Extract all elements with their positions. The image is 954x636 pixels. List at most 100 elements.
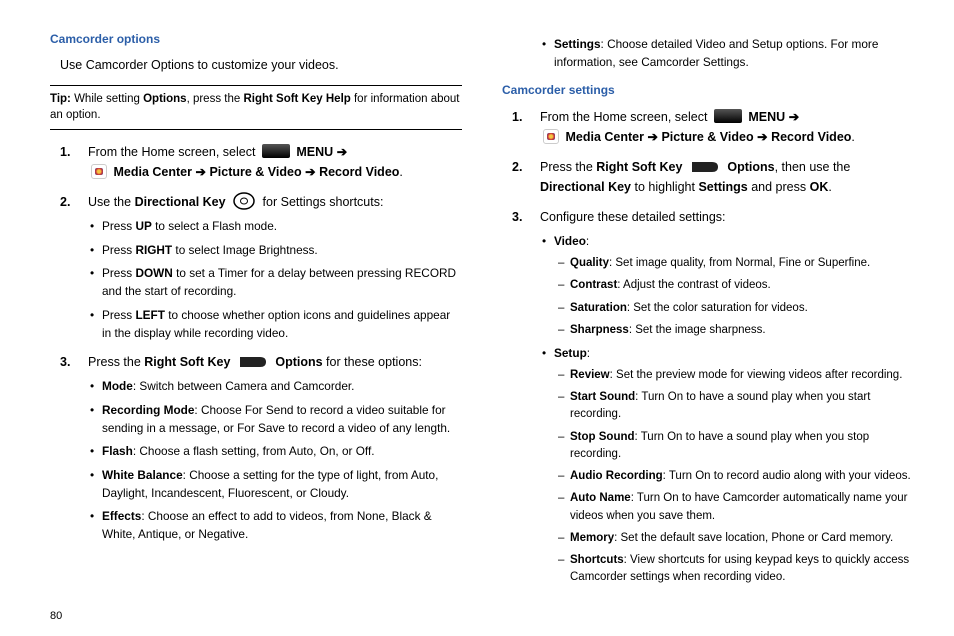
bullet-item: Press RIGHT to select Image Brightness. bbox=[88, 242, 462, 260]
b: Review bbox=[570, 369, 610, 381]
b: Directional Key bbox=[540, 180, 631, 194]
step-num: 1. bbox=[512, 107, 522, 127]
t: Press bbox=[102, 243, 135, 257]
b: Stop Sound bbox=[570, 431, 635, 443]
t: : Choose a flash setting, from Auto, On,… bbox=[133, 444, 375, 458]
t: : Set the image sharpness. bbox=[629, 324, 766, 336]
softkey-label: Right Soft Key bbox=[596, 160, 682, 174]
sub-item: Review: Set the preview mode for viewing… bbox=[558, 367, 914, 384]
softkey-icon bbox=[690, 160, 720, 174]
dot: . bbox=[399, 165, 402, 179]
media-label: Media Center bbox=[565, 130, 644, 144]
picvid-label: Picture & Video bbox=[661, 130, 753, 144]
t: : Switch between Camera and Camcorder. bbox=[133, 379, 355, 393]
arrow-icon: ➔ bbox=[195, 165, 205, 179]
step-num: 1. bbox=[60, 142, 70, 162]
video-subs: Quality: Set image quality, from Normal,… bbox=[558, 255, 914, 339]
b: Start Sound bbox=[570, 391, 635, 403]
picvid-label: Picture & Video bbox=[209, 165, 301, 179]
b: Audio Recording bbox=[570, 470, 663, 482]
dpad-icon bbox=[233, 192, 255, 210]
t: : Turn On to record audio along with you… bbox=[663, 470, 911, 482]
t: and press bbox=[748, 180, 810, 194]
sub-item: Start Sound: Turn On to have a sound pla… bbox=[558, 389, 914, 424]
group-setup: Setup: Review: Set the preview mode for … bbox=[540, 345, 914, 586]
b: Video bbox=[554, 234, 586, 248]
t: to select Image Brightness. bbox=[172, 243, 318, 257]
b: Contrast bbox=[570, 279, 617, 291]
tip-t2: , press the bbox=[187, 93, 244, 105]
t: : Choose an effect to add to videos, fro… bbox=[102, 509, 432, 541]
menu-label: MENU bbox=[748, 110, 785, 124]
sub-item: Contrast: Adjust the contrast of videos. bbox=[558, 277, 914, 294]
step-num: 3. bbox=[60, 352, 70, 372]
t: to highlight bbox=[631, 180, 698, 194]
left-step-3: 3. Press the Right Soft Key Options for … bbox=[60, 352, 462, 544]
t: : Set the preview mode for viewing video… bbox=[610, 369, 903, 381]
left-step-1: 1. From the Home screen, select MENU ➔ M… bbox=[60, 142, 462, 182]
tip-box: Tip: While setting Options, press the Ri… bbox=[50, 85, 462, 130]
tip-t1: While setting bbox=[71, 93, 143, 105]
right-steps: 1. From the Home screen, select MENU ➔ M… bbox=[512, 107, 914, 586]
softkey-label: Right Soft Key bbox=[144, 355, 230, 369]
t: Press the bbox=[540, 160, 596, 174]
recvid-label: Record Video bbox=[319, 165, 399, 179]
t: Press bbox=[102, 266, 135, 280]
left-column: Camcorder options Use Camcorder Options … bbox=[50, 30, 462, 616]
arrow-icon: ➔ bbox=[305, 165, 315, 179]
intro-text: Use Camcorder Options to customize your … bbox=[60, 56, 462, 75]
bullet-item: Settings: Choose detailed Video and Setu… bbox=[540, 36, 914, 71]
bullet-item: Recording Mode: Choose For Send to recor… bbox=[88, 402, 462, 437]
sub-item: Audio Recording: Turn On to record audio… bbox=[558, 468, 914, 485]
left-step-2: 2. Use the Directional Key for Settings … bbox=[60, 192, 462, 342]
b: RIGHT bbox=[135, 243, 172, 257]
left-steps: 1. From the Home screen, select MENU ➔ M… bbox=[60, 142, 462, 544]
b: Flash bbox=[102, 444, 133, 458]
t: Press bbox=[102, 219, 135, 233]
t: : Set the color saturation for videos. bbox=[627, 302, 808, 314]
t: : Set image quality, from Normal, Fine o… bbox=[609, 257, 870, 269]
media-center-icon bbox=[91, 164, 107, 179]
bullet-item: White Balance: Choose a setting for the … bbox=[88, 467, 462, 502]
b: Setup bbox=[554, 346, 587, 360]
b: Sharpness bbox=[570, 324, 629, 336]
sub-item: Sharpness: Set the image sharpness. bbox=[558, 322, 914, 339]
sub-item: Stop Sound: Turn On to have a sound play… bbox=[558, 429, 914, 464]
step-text: Configure these detailed settings: bbox=[540, 210, 726, 224]
b: Saturation bbox=[570, 302, 627, 314]
t: to select a Flash mode. bbox=[152, 219, 277, 233]
arrow-icon: ➔ bbox=[789, 110, 799, 124]
sub-item: Auto Name: Turn On to have Camcorder aut… bbox=[558, 490, 914, 525]
bullet-item: Flash: Choose a flash setting, from Auto… bbox=[88, 443, 462, 461]
sub-item: Quality: Set image quality, from Normal,… bbox=[558, 255, 914, 272]
dot: . bbox=[851, 130, 854, 144]
step-text: From the Home screen, select bbox=[540, 110, 707, 124]
bullet-item: Press UP to select a Flash mode. bbox=[88, 218, 462, 236]
step3-bullets: Mode: Switch between Camera and Camcorde… bbox=[88, 378, 462, 544]
b: UP bbox=[135, 219, 151, 233]
step-num: 3. bbox=[512, 207, 522, 227]
tip-label: Tip: bbox=[50, 93, 71, 105]
menu-icon bbox=[262, 144, 290, 158]
bullet-item: Press LEFT to choose whether option icon… bbox=[88, 307, 462, 342]
heading-camcorder-settings: Camcorder settings bbox=[502, 81, 914, 99]
t: : Adjust the contrast of videos. bbox=[617, 279, 770, 291]
bullet-item: Press DOWN to set a Timer for a delay be… bbox=[88, 265, 462, 300]
right-step-1: 1. From the Home screen, select MENU ➔ M… bbox=[512, 107, 914, 147]
sub-item: Saturation: Set the color saturation for… bbox=[558, 300, 914, 317]
step-text: Use the bbox=[88, 195, 135, 209]
b: Mode bbox=[102, 379, 133, 393]
step-num: 2. bbox=[60, 192, 70, 212]
arrow-icon: ➔ bbox=[757, 130, 767, 144]
page-number: 80 bbox=[50, 610, 62, 622]
group-video: Video: Quality: Set image quality, from … bbox=[540, 233, 914, 339]
continued-bullets: Settings: Choose detailed Video and Setu… bbox=[540, 36, 914, 71]
b: Effects bbox=[102, 509, 141, 523]
options-label: Options bbox=[727, 160, 774, 174]
step-text2: for these options: bbox=[323, 355, 422, 369]
b: Shortcuts bbox=[570, 554, 624, 566]
tip-b2: Right Soft Key Help bbox=[243, 93, 350, 105]
b: LEFT bbox=[135, 308, 165, 322]
sub-item: Memory: Set the default save location, P… bbox=[558, 530, 914, 547]
step2-bullets: Press UP to select a Flash mode. Press R… bbox=[88, 218, 462, 342]
